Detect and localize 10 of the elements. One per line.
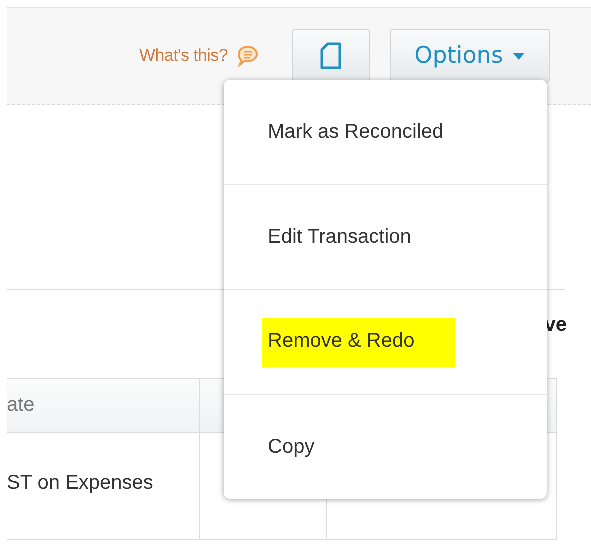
table-cell: ST on Expenses bbox=[7, 432, 200, 540]
column-header: ate bbox=[7, 378, 200, 432]
menu-item[interactable]: Copy bbox=[262, 436, 321, 458]
caret-icon bbox=[513, 52, 526, 60]
page-button[interactable] bbox=[292, 29, 370, 83]
page-icon bbox=[320, 42, 342, 70]
menu-item[interactable]: Remove & Redo bbox=[262, 318, 455, 366]
menu-item[interactable]: Mark as Reconciled bbox=[262, 120, 450, 144]
speech-bubble-icon bbox=[236, 44, 260, 68]
menu-item[interactable]: Edit Transaction bbox=[262, 226, 418, 248]
